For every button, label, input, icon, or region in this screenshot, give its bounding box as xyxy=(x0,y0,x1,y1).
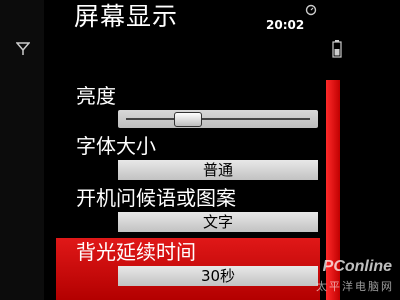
watermark: PConline 太平洋电脑网 xyxy=(284,258,400,300)
setting-label-greeting: 开机问候语或图案 xyxy=(76,186,236,210)
setting-label-font-size: 字体大小 xyxy=(76,134,156,158)
clock: 20:02 xyxy=(266,18,305,32)
slider-line xyxy=(126,118,310,120)
watermark-logo: PConline xyxy=(322,258,392,275)
brightness-slider[interactable] xyxy=(118,110,318,128)
alarm-icon xyxy=(305,4,317,16)
font-size-selector[interactable]: 普通 xyxy=(118,160,318,180)
watermark-caption: 太平洋电脑网 xyxy=(316,280,394,293)
page-title: 屏幕显示 xyxy=(74,2,179,31)
greeting-selector[interactable]: 文字 xyxy=(118,212,318,232)
signal-icon xyxy=(16,42,30,55)
setting-label-brightness: 亮度 xyxy=(76,84,116,108)
slider-thumb[interactable] xyxy=(174,112,203,127)
battery-icon xyxy=(332,40,342,58)
setting-label-backlight: 背光延续时间 xyxy=(76,240,196,264)
